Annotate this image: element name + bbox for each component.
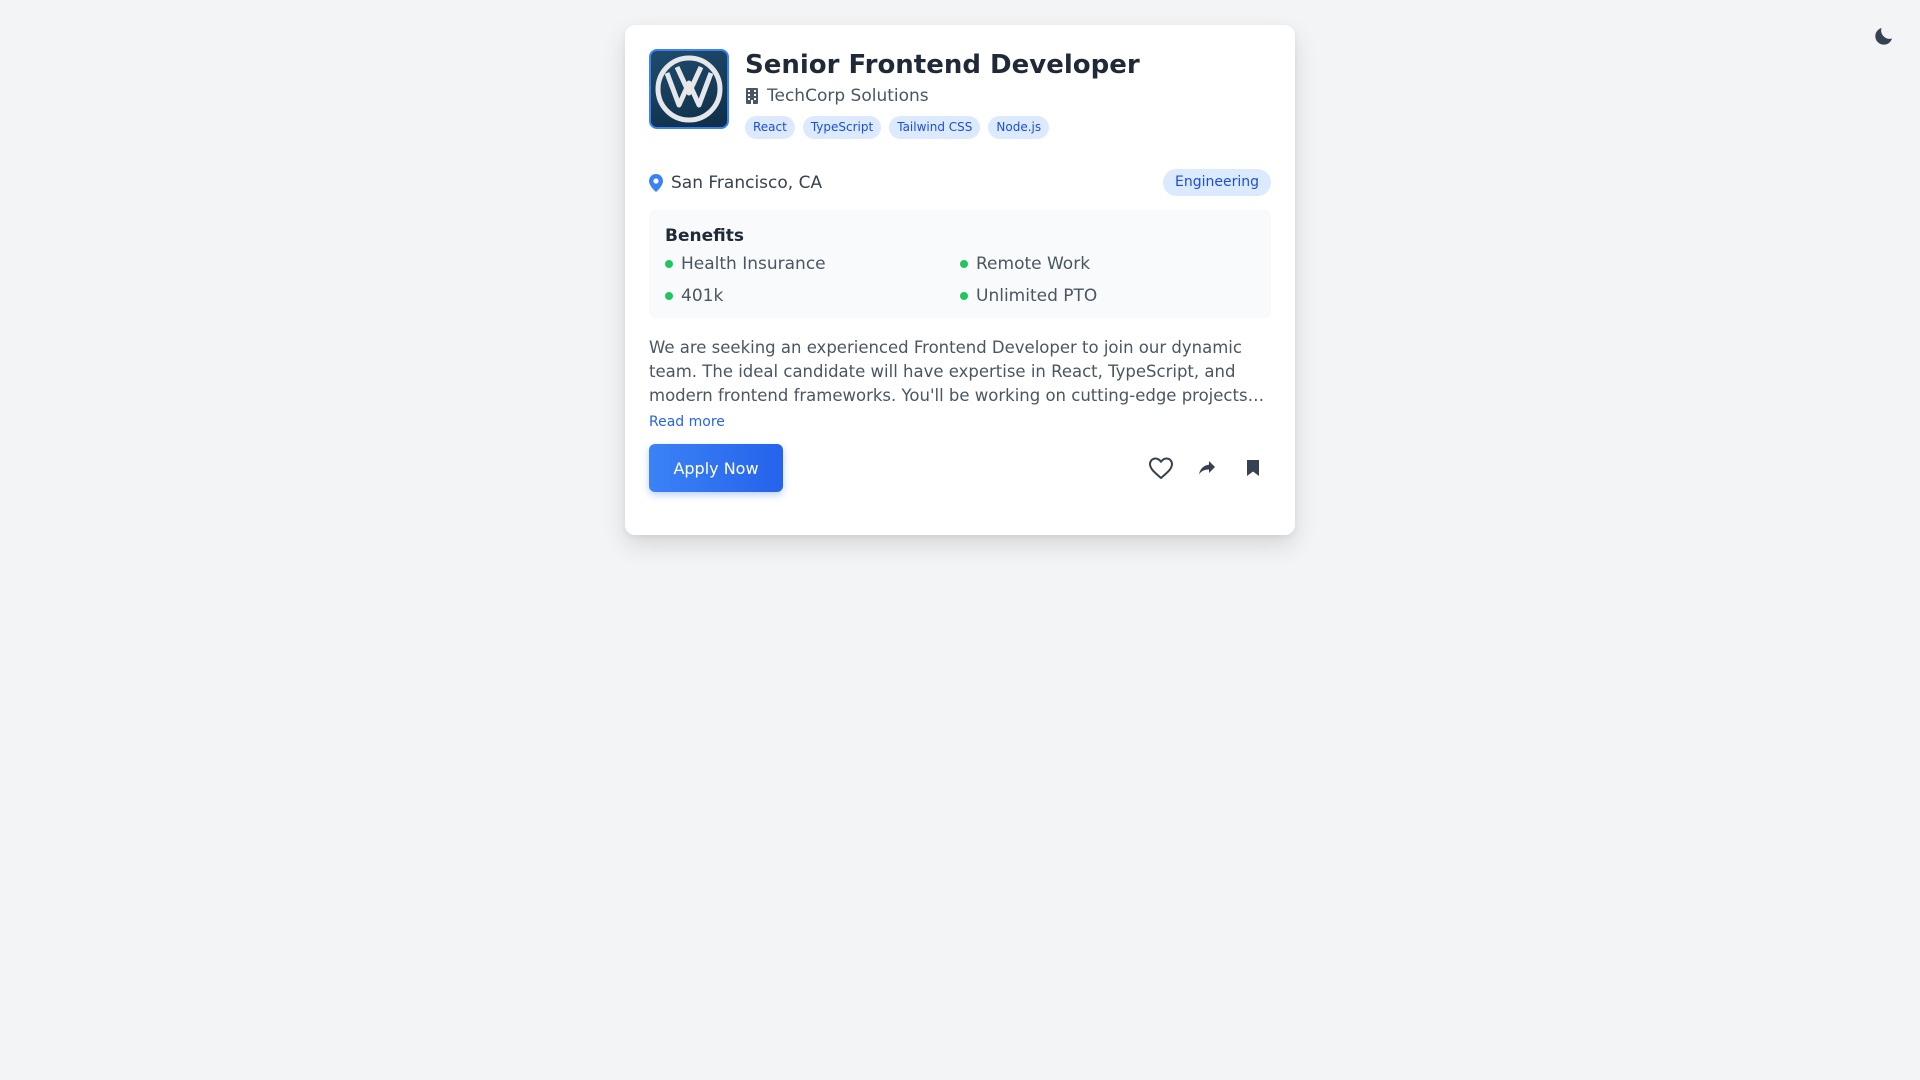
job-title: Senior Frontend Developer (745, 50, 1140, 80)
read-more-link[interactable]: Read more (649, 414, 725, 430)
apply-now-button[interactable]: Apply Now (649, 444, 783, 492)
bookmark-icon (1247, 460, 1259, 476)
benefits-section: Benefits Health Insurance Remote Work 40… (649, 210, 1271, 318)
skill-tag: React (745, 116, 795, 139)
company-logo-emblem (655, 55, 723, 123)
company-logo (649, 49, 729, 129)
share-button[interactable] (1189, 450, 1225, 486)
bookmark-button[interactable] (1235, 450, 1271, 486)
share-icon (1199, 461, 1215, 475)
benefits-title: Benefits (665, 226, 744, 246)
location-row: San Francisco, CA Engineering (649, 169, 1271, 196)
bullet-dot-icon (665, 260, 673, 268)
benefit-label: Remote Work (976, 254, 1091, 274)
bullet-dot-icon (665, 292, 673, 300)
skill-tag: TypeScript (802, 116, 882, 139)
heart-icon (1149, 457, 1173, 479)
location-text: San Francisco, CA (671, 172, 823, 193)
skill-tag: Tailwind CSS (889, 116, 981, 139)
benefit-label: Unlimited PTO (976, 286, 1098, 306)
building-icon (746, 88, 758, 104)
benefit-item: Unlimited PTO (960, 284, 1255, 308)
card-actions: Apply Now (649, 444, 1271, 492)
benefit-item: Health Insurance (665, 252, 960, 276)
benefit-item: Remote Work (960, 252, 1255, 276)
theme-toggle-button[interactable] (1870, 22, 1898, 50)
location: San Francisco, CA (649, 173, 822, 193)
company-row: TechCorp Solutions (745, 86, 1140, 106)
bullet-dot-icon (960, 260, 968, 268)
icon-actions (1133, 450, 1271, 486)
like-button[interactable] (1143, 450, 1179, 486)
job-header: Senior Frontend Developer TechCorp Solut… (649, 49, 1271, 139)
map-pin-icon (649, 173, 663, 192)
job-description: We are seeking an experienced Frontend D… (649, 338, 1248, 405)
benefit-label: Health Insurance (681, 254, 826, 274)
skill-tag: Node.js (988, 116, 1050, 139)
bullet-dot-icon (960, 292, 968, 300)
skill-tags: React TypeScript Tailwind CSS Node.js (745, 116, 1140, 139)
benefit-item: 401k (665, 284, 960, 308)
job-card: Senior Frontend Developer TechCorp Solut… (625, 25, 1295, 535)
moon-icon (1875, 28, 1892, 45)
department-badge: Engineering (1163, 169, 1271, 196)
benefits-list: Health Insurance Remote Work 401k Unlimi… (665, 252, 1255, 308)
company-name: TechCorp Solutions (767, 86, 929, 106)
benefit-label: 401k (681, 286, 724, 306)
